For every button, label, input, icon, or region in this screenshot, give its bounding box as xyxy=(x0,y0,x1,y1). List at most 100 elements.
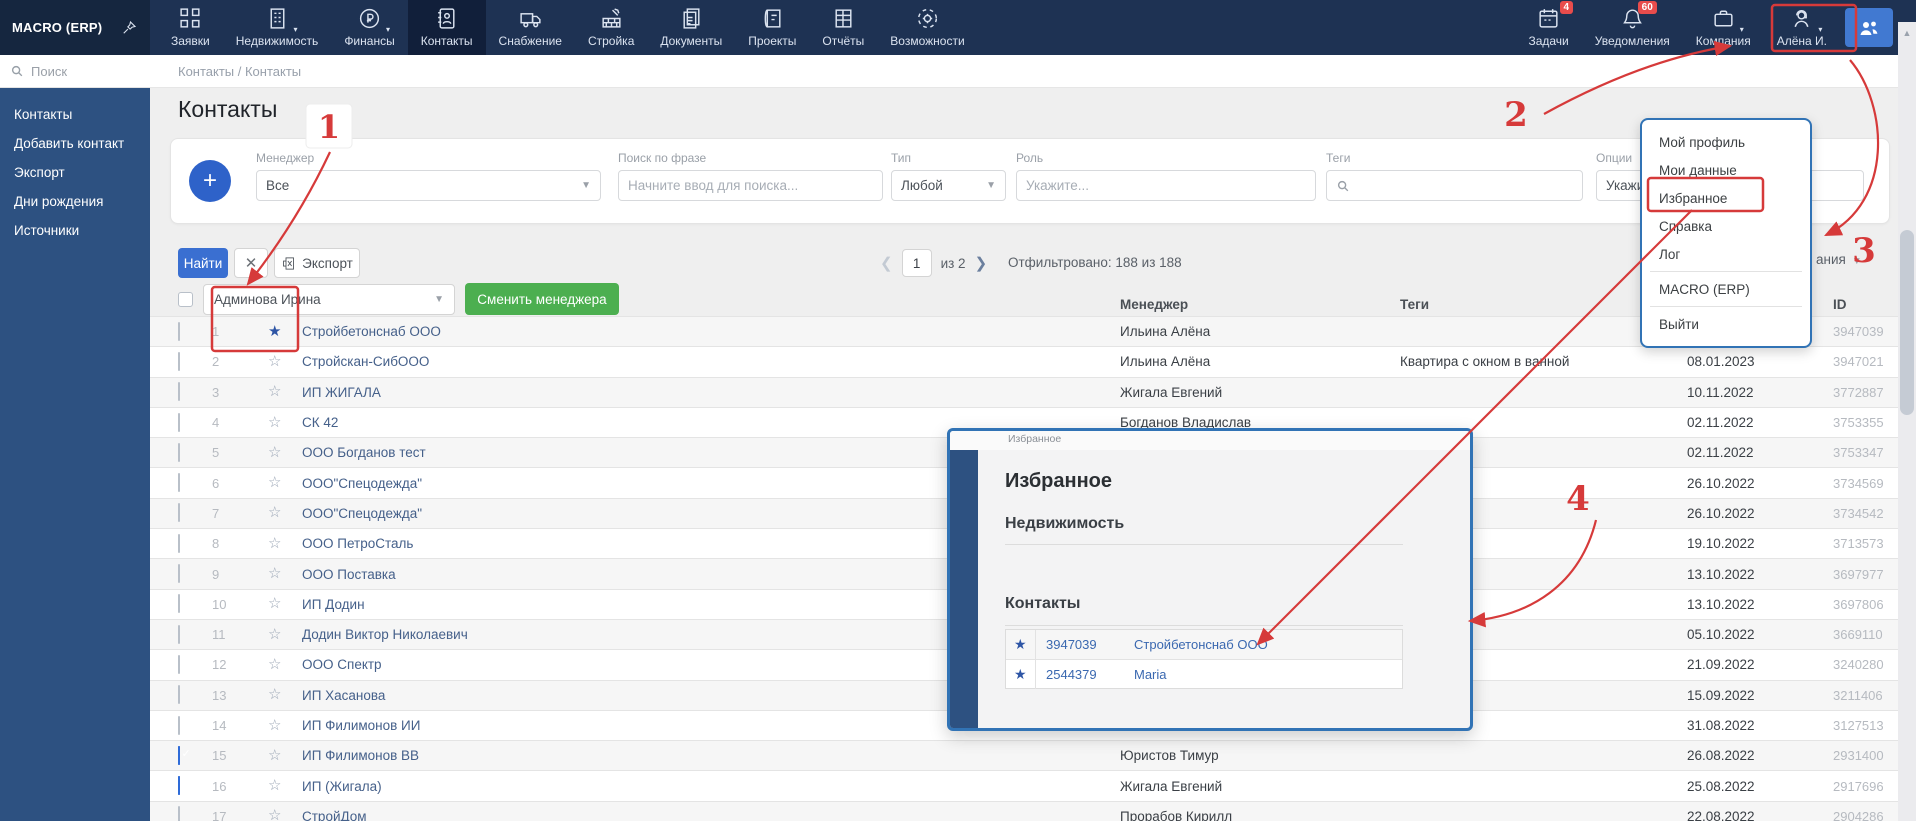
contact-name-link[interactable]: ИП Филимонов ВВ xyxy=(302,748,1120,763)
role-input[interactable]: Укажите... xyxy=(1016,170,1316,201)
nav-item-reports[interactable]: Отчёты xyxy=(809,0,877,55)
sidebar-search-input[interactable]: Поиск xyxy=(0,55,150,88)
sidebar-item-sources[interactable]: Источники xyxy=(0,216,150,245)
sidebar-item-contacts[interactable]: Контакты xyxy=(0,100,150,129)
row-checkbox[interactable] xyxy=(178,776,180,795)
favorite-star[interactable]: ☆ xyxy=(254,747,281,764)
menu-item-log[interactable]: Лог xyxy=(1642,240,1810,268)
favorite-contact-id-link[interactable]: 2544379 xyxy=(1036,667,1124,682)
menu-item-my-data[interactable]: Мои данные xyxy=(1642,156,1810,184)
export-button[interactable]: Экспорт xyxy=(274,248,360,278)
nav-item-documents[interactable]: Документы xyxy=(647,0,735,55)
favorite-contact-name-link[interactable]: Стройбетонснаб ООО xyxy=(1124,637,1402,652)
menu-item-macro-erp[interactable]: MACRO (ERP) xyxy=(1642,275,1810,303)
column-header-id[interactable]: ID xyxy=(1833,297,1847,312)
contact-name-link[interactable]: ИП ЖИГАЛА xyxy=(302,385,1120,400)
clear-filters-button[interactable]: ✕ xyxy=(234,248,268,278)
app-logo[interactable]: MACRO (ERP) xyxy=(0,0,150,55)
bulk-manager-select[interactable]: Админова Ирина▼ xyxy=(203,284,455,315)
favorite-star[interactable]: ☆ xyxy=(254,717,281,734)
favorite-star[interactable]: ☆ xyxy=(254,595,281,612)
change-manager-button[interactable]: Сменить менеджера xyxy=(465,283,619,315)
favorite-star[interactable]: ☆ xyxy=(254,656,281,673)
scrollbar-thumb[interactable] xyxy=(1900,230,1914,415)
menu-item-logout[interactable]: Выйти xyxy=(1642,310,1810,338)
favorite-star[interactable]: ★ xyxy=(1006,630,1036,659)
favorite-star[interactable]: ☆ xyxy=(254,686,281,703)
favorite-star[interactable]: ☆ xyxy=(254,474,281,491)
sidebar-item-add-contact[interactable]: Добавить контакт xyxy=(0,129,150,158)
row-checkbox[interactable] xyxy=(178,352,180,371)
contact-name-link[interactable]: СтройДом xyxy=(302,809,1120,821)
row-checkbox[interactable] xyxy=(178,322,180,341)
favorite-star[interactable]: ☆ xyxy=(254,414,281,431)
row-checkbox[interactable] xyxy=(178,806,180,821)
tags-search-input[interactable] xyxy=(1326,170,1583,201)
nav-item-projects[interactable]: Проекты xyxy=(735,0,809,55)
manager-select[interactable]: Все▼ xyxy=(256,170,601,201)
sort-select-fragment[interactable]: ания▼ xyxy=(1816,252,1862,267)
vertical-scrollbar[interactable]: ▲ xyxy=(1898,22,1916,821)
row-checkbox[interactable] xyxy=(178,503,180,522)
page-number-input[interactable]: 1 xyxy=(902,249,932,277)
favorite-star[interactable]: ☆ xyxy=(254,383,281,400)
online-users-button[interactable] xyxy=(1845,8,1893,47)
favorite-star[interactable]: ☆ xyxy=(254,565,281,582)
pin-icon[interactable] xyxy=(120,19,138,37)
row-checkbox[interactable] xyxy=(178,473,180,492)
find-button[interactable]: Найти xyxy=(178,248,228,278)
column-header-tags[interactable]: Теги xyxy=(1400,297,1429,312)
nav-item-construction[interactable]: Стройка xyxy=(575,0,647,55)
nav-item-supply[interactable]: Снабжение xyxy=(486,0,575,55)
menu-item-help[interactable]: Справка xyxy=(1642,212,1810,240)
favorite-star[interactable]: ☆ xyxy=(254,626,281,643)
nav-item-company[interactable]: ▾ Компания xyxy=(1683,0,1764,55)
contact-name-link[interactable]: ИП (Жигала) xyxy=(302,779,1120,794)
menu-item-my-profile[interactable]: Мой профиль xyxy=(1642,128,1810,156)
favorite-star[interactable]: ☆ xyxy=(254,444,281,461)
favorite-contact-name-link[interactable]: Maria xyxy=(1124,667,1402,682)
nav-item-realty[interactable]: ▾ Недвижимость xyxy=(223,0,332,55)
contact-name-link[interactable]: Стройскан-СибООО xyxy=(302,354,1120,369)
nav-item-contacts[interactable]: Контакты xyxy=(408,0,486,55)
menu-item-favorites[interactable]: Избранное xyxy=(1642,184,1810,212)
page-prev-icon[interactable]: ❮ xyxy=(880,254,893,272)
column-header-manager[interactable]: Менеджер xyxy=(1120,297,1188,312)
sidebar-item-birthdays[interactable]: Дни рождения xyxy=(0,187,150,216)
nav-item-tasks[interactable]: 4 Задачи xyxy=(1515,0,1581,55)
type-select[interactable]: Любой▼ xyxy=(891,170,1006,201)
row-checkbox[interactable] xyxy=(178,382,180,401)
nav-item-finance[interactable]: ▾ Финансы xyxy=(331,0,407,55)
add-contact-button[interactable]: + xyxy=(189,160,231,202)
favorite-star[interactable]: ☆ xyxy=(254,504,281,521)
row-checkbox[interactable] xyxy=(178,594,180,613)
favorite-star[interactable]: ☆ xyxy=(254,777,281,794)
favorite-star[interactable]: ☆ xyxy=(254,807,281,821)
favorite-star[interactable]: ★ xyxy=(254,323,281,340)
sidebar-item-export[interactable]: Экспорт xyxy=(0,158,150,187)
favorite-star[interactable]: ☆ xyxy=(254,353,281,370)
nav-item-notifications[interactable]: 60 Уведомления xyxy=(1582,0,1683,55)
phrase-search-input[interactable]: Начните ввод для поиска... xyxy=(618,170,883,201)
nav-item-requests[interactable]: Заявки xyxy=(158,0,223,55)
favorite-contact-id-link[interactable]: 3947039 xyxy=(1036,637,1124,652)
contact-name-link[interactable]: Стройбетонснаб ООО xyxy=(302,324,1120,339)
row-checkbox[interactable] xyxy=(178,746,180,765)
nav-item-user-profile[interactable]: ▾ Алёна И. xyxy=(1764,0,1840,55)
row-checkbox[interactable] xyxy=(178,413,180,432)
favorite-star[interactable]: ☆ xyxy=(254,535,281,552)
nav-item-features[interactable]: Возможности xyxy=(877,0,977,55)
favorite-star[interactable]: ★ xyxy=(1006,660,1036,689)
select-all-checkbox[interactable] xyxy=(178,292,193,307)
row-checkbox[interactable] xyxy=(178,716,180,735)
scroll-up-icon[interactable]: ▲ xyxy=(1898,28,1916,38)
row-checkbox[interactable] xyxy=(178,564,180,583)
page-next-icon[interactable]: ❯ xyxy=(975,254,988,272)
row-checkbox[interactable] xyxy=(178,443,180,462)
row-checkbox[interactable] xyxy=(178,534,180,553)
row-checkbox[interactable] xyxy=(178,655,180,674)
row-checkbox[interactable] xyxy=(178,625,180,644)
table-row: 2 ☆ Стройскан-СибООО Ильина Алёна Кварти… xyxy=(150,346,1898,376)
contact-id: 3772887 xyxy=(1807,385,1892,400)
row-checkbox[interactable] xyxy=(178,685,180,704)
